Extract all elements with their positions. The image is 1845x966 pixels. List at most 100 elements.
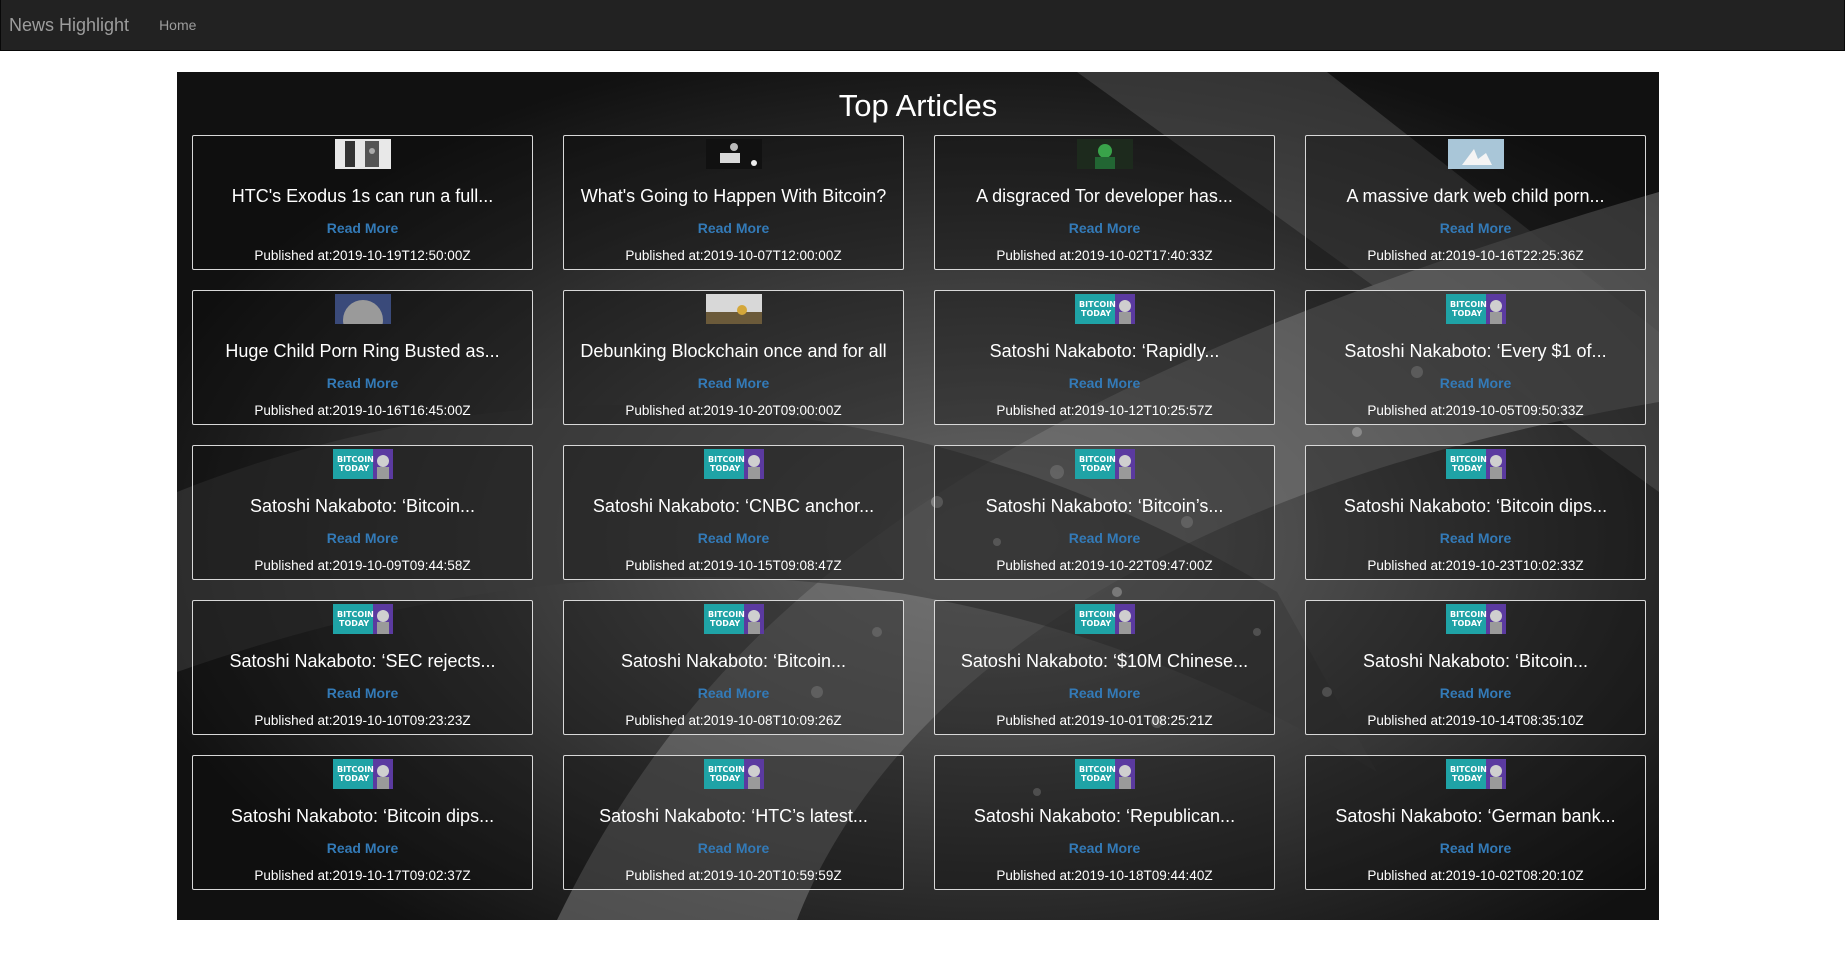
published-value: 2019-10-12T10:25:57Z [1074,403,1213,418]
svg-text:BITCOIN: BITCOIN [1079,300,1116,309]
published-date: Published at:2019-10-18T09:44:40Z [935,868,1274,883]
svg-text:TODAY: TODAY [339,619,369,628]
article-title: Debunking Blockchain once and for all [580,341,887,361]
svg-text:TODAY: TODAY [710,774,740,783]
published-date: Published at:2019-10-12T10:25:57Z [935,403,1274,418]
article-title: HTC's Exodus 1s can run a full... [231,186,494,206]
article-card: BITCOIN TODAY Satoshi Nakaboto: ‘Every $1 … [1305,290,1646,425]
article-card: What's Going to Happen With Bitcoin? Read… [563,135,904,270]
article-title: Satoshi Nakaboto: ‘Bitcoin... [1362,651,1589,671]
read-more-link[interactable]: Read More [193,375,532,391]
published-value: 2019-10-22T09:47:00Z [1074,558,1213,573]
svg-text:BITCOIN: BITCOIN [708,455,745,464]
published-label: Published at: [1367,713,1446,728]
svg-text:BITCOIN: BITCOIN [1450,765,1487,774]
article-card: BITCOIN TODAY Satoshi Nakaboto: ‘Bitcoin d… [1305,445,1646,580]
svg-text:BITCOIN: BITCOIN [708,610,745,619]
read-more-link[interactable]: Read More [193,220,532,236]
article-card: A massive dark web child porn... Read Mor… [1305,135,1646,270]
article-card: Debunking Blockchain once and for all Rea… [563,290,904,425]
article-card: BITCOIN TODAY Satoshi Nakaboto: ‘Bitcoin..… [563,600,904,735]
published-value: 2019-10-16T22:25:36Z [1445,248,1584,263]
read-more-link[interactable]: Read More [193,530,532,546]
read-more-link[interactable]: Read More [935,220,1274,236]
read-more-link[interactable]: Read More [935,685,1274,701]
article-title: Satoshi Nakaboto: ‘German bank... [1335,806,1616,826]
svg-text:TODAY: TODAY [1081,309,1111,318]
published-value: 2019-10-16T16:45:00Z [332,403,471,418]
read-more-link[interactable]: Read More [1306,685,1645,701]
article-thumbnail [1447,139,1504,169]
article-title: Satoshi Nakaboto: ‘CNBC anchor... [592,496,875,516]
svg-text:BITCOIN: BITCOIN [337,765,374,774]
article-title: Satoshi Nakaboto: ‘SEC rejects... [229,651,496,671]
article-card: BITCOIN TODAY Satoshi Nakaboto: ‘HTC’s lat… [563,755,904,890]
published-value: 2019-10-20T10:59:59Z [703,868,842,883]
published-value: 2019-10-01T08:25:21Z [1074,713,1213,728]
article-title: Satoshi Nakaboto: ‘Bitcoin dips... [230,806,495,826]
published-date: Published at:2019-10-22T09:47:00Z [935,558,1274,573]
published-date: Published at:2019-10-20T09:00:00Z [564,403,903,418]
brand-link[interactable]: News Highlight [9,0,129,50]
published-date: Published at:2019-10-23T10:02:33Z [1306,558,1645,573]
read-more-link[interactable]: Read More [1306,375,1645,391]
published-value: 2019-10-02T17:40:33Z [1074,248,1213,263]
published-date: Published at:2019-10-01T08:25:21Z [935,713,1274,728]
read-more-link[interactable]: Read More [1306,530,1645,546]
published-value: 2019-10-10T09:23:23Z [332,713,471,728]
svg-text:BITCOIN: BITCOIN [1450,610,1487,619]
svg-text:TODAY: TODAY [1452,309,1482,318]
published-label: Published at: [1367,558,1446,573]
article-title: Satoshi Nakaboto: ‘HTC’s latest... [599,806,868,826]
read-more-link[interactable]: Read More [564,220,903,236]
article-thumbnail: BITCOINTODAY [703,449,764,479]
article-title: What's Going to Happen With Bitcoin? [580,186,887,206]
published-label: Published at: [996,403,1075,418]
article-thumbnail: BITCOINTODAY [332,604,393,634]
svg-text:TODAY: TODAY [1452,619,1482,628]
published-label: Published at: [996,558,1075,573]
article-card: HTC's Exodus 1s can run a full... Read Mo… [192,135,533,270]
read-more-link[interactable]: Read More [935,530,1274,546]
article-thumbnail: BITCOINTODAY [1445,294,1506,324]
published-date: Published at:2019-10-16T22:25:36Z [1306,248,1645,263]
article-thumbnail: BITCOINTODAY [1445,449,1506,479]
read-more-link[interactable]: Read More [1306,220,1645,236]
article-thumbnail: BITCOINTODAY [1445,759,1506,789]
svg-text:BITCOIN: BITCOIN [1079,455,1116,464]
read-more-link[interactable]: Read More [193,840,532,856]
published-label: Published at: [254,713,333,728]
article-thumbnail: BITCOINTODAY [703,759,764,789]
read-more-link[interactable]: Read More [564,375,903,391]
published-date: Published at:2019-10-14T08:35:10Z [1306,713,1645,728]
published-value: 2019-10-14T08:35:10Z [1445,713,1584,728]
published-label: Published at: [625,248,704,263]
read-more-link[interactable]: Read More [935,840,1274,856]
published-value: 2019-10-08T10:09:26Z [703,713,842,728]
published-value: 2019-10-05T09:50:33Z [1445,403,1584,418]
article-card: BITCOIN TODAY Satoshi Nakaboto: ‘German ba… [1305,755,1646,890]
read-more-link[interactable]: Read More [1306,840,1645,856]
article-title: Satoshi Nakaboto: ‘$10M Chinese... [960,651,1249,671]
read-more-link[interactable]: Read More [564,685,903,701]
page-title: Top Articles [838,88,998,123]
published-value: 2019-10-17T09:02:37Z [332,868,471,883]
read-more-link[interactable]: Read More [193,685,532,701]
read-more-link[interactable]: Read More [564,530,903,546]
article-thumbnail [705,294,762,324]
published-date: Published at:2019-10-05T09:50:33Z [1306,403,1645,418]
published-value: 2019-10-02T08:20:10Z [1445,868,1584,883]
article-thumbnail [334,139,391,169]
published-label: Published at: [625,558,704,573]
nav-home-link[interactable]: Home [159,0,196,50]
article-title: Satoshi Nakaboto: ‘Bitcoin... [620,651,847,671]
published-date: Published at:2019-10-07T12:00:00Z [564,248,903,263]
read-more-link[interactable]: Read More [564,840,903,856]
published-label: Published at: [254,558,333,573]
published-value: 2019-10-15T09:08:47Z [703,558,842,573]
article-title: Satoshi Nakaboto: ‘Bitcoin... [249,496,476,516]
article-card: Huge Child Porn Ring Busted as... Read Mo… [192,290,533,425]
published-date: Published at:2019-10-02T17:40:33Z [935,248,1274,263]
article-title: Satoshi Nakaboto: ‘Bitcoin dips... [1343,496,1608,516]
read-more-link[interactable]: Read More [935,375,1274,391]
